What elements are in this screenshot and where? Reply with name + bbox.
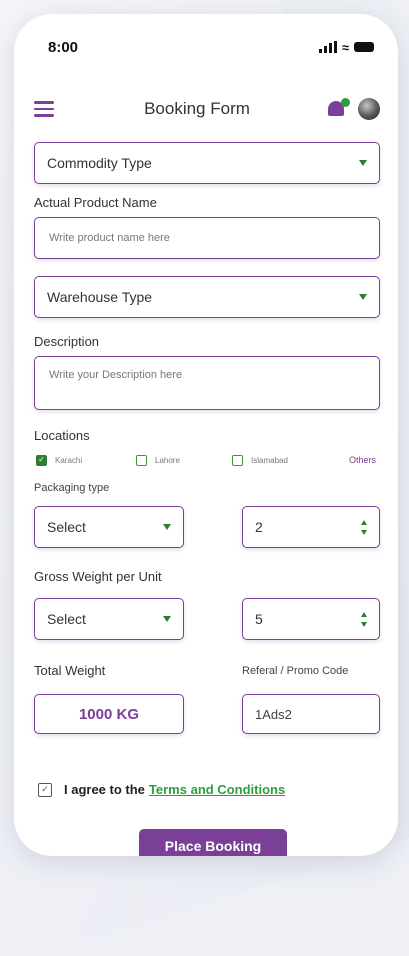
terms-link[interactable]: Terms and Conditions <box>149 782 285 797</box>
location-karachi[interactable]: ✓ Karachi <box>36 454 136 466</box>
terms-agreement: ✓ I agree to the Terms and Conditions <box>38 782 285 797</box>
stepper-arrows-icon[interactable] <box>361 519 367 535</box>
location-label: Lahore <box>155 455 180 465</box>
signal-icon <box>318 41 337 53</box>
commodity-type-value: Commodity Type <box>47 155 152 171</box>
battery-icon <box>354 42 374 52</box>
agree-text: I agree to the <box>64 782 145 797</box>
packaging-quantity-stepper[interactable]: 2 <box>242 506 380 548</box>
location-lahore[interactable]: Lahore <box>136 454 232 466</box>
wifi-icon: ≈ <box>341 39 349 55</box>
locations-options: ✓ Karachi Lahore Islamabad Others <box>36 452 380 468</box>
stepper-arrows-icon[interactable] <box>361 611 367 627</box>
chevron-down-icon <box>359 160 367 166</box>
promo-code-input[interactable]: 1Ads2 <box>242 694 380 734</box>
total-weight-value: 1000 KG <box>78 705 140 723</box>
phone-screen: 8:00 ≈ Booking Form Commodity Type Actua… <box>14 14 398 856</box>
packaging-quantity-value: 2 <box>255 519 263 535</box>
description-placeholder: Write your Description here <box>49 369 183 381</box>
page-title: Booking Form <box>144 99 250 118</box>
product-name-placeholder: Write product name here <box>49 232 170 244</box>
packaging-label: Packaging type <box>34 482 110 494</box>
description-label: Description <box>34 334 100 349</box>
status-bar: 8:00 ≈ <box>48 36 374 58</box>
packaging-select-value: Select <box>47 519 86 535</box>
app-header: Booking Form <box>34 94 380 124</box>
notification-bell-icon[interactable] <box>326 98 350 120</box>
promo-label: Referal / Promo Code <box>242 665 349 677</box>
avatar[interactable] <box>358 98 380 120</box>
packaging-type-select[interactable]: Select <box>34 506 184 548</box>
product-name-label: Actual Product Name <box>34 195 157 210</box>
others-link[interactable]: Others <box>349 455 376 465</box>
location-label: Karachi <box>55 455 83 465</box>
gross-weight-label: Gross Weight per Unit <box>34 569 162 584</box>
status-icons: ≈ <box>318 39 374 55</box>
location-label: Islamabad <box>251 455 288 465</box>
gross-weight-select-value: Select <box>47 611 86 627</box>
chevron-down-icon <box>163 524 171 530</box>
total-weight-display: 1000 KG <box>34 694 184 734</box>
commodity-type-select[interactable]: Commodity Type <box>34 142 380 184</box>
warehouse-type-select[interactable]: Warehouse Type <box>34 276 380 318</box>
chevron-down-icon <box>359 294 367 300</box>
chevron-down-icon <box>163 616 171 622</box>
checkbox-icon[interactable] <box>232 454 243 466</box>
checkbox-checked-icon[interactable]: ✓ <box>36 454 47 466</box>
product-name-input[interactable]: Write product name here <box>34 217 380 259</box>
menu-icon[interactable] <box>34 101 54 117</box>
agree-checkbox-icon[interactable]: ✓ <box>38 782 52 797</box>
promo-code-value: 1Ads2 <box>255 706 292 722</box>
locations-label: Locations <box>34 428 90 443</box>
gross-weight-select[interactable]: Select <box>34 598 184 640</box>
total-weight-label: Total Weight <box>34 663 106 678</box>
gross-weight-quantity-stepper[interactable]: 5 <box>242 598 380 640</box>
status-time: 8:00 <box>48 38 79 56</box>
description-textarea[interactable]: Write your Description here <box>34 356 380 410</box>
place-booking-button[interactable]: Place Booking <box>139 829 287 856</box>
location-islamabad[interactable]: Islamabad <box>232 454 288 466</box>
warehouse-type-value: Warehouse Type <box>47 289 153 305</box>
checkbox-icon[interactable] <box>136 454 147 466</box>
gross-weight-quantity-value: 5 <box>255 611 263 627</box>
